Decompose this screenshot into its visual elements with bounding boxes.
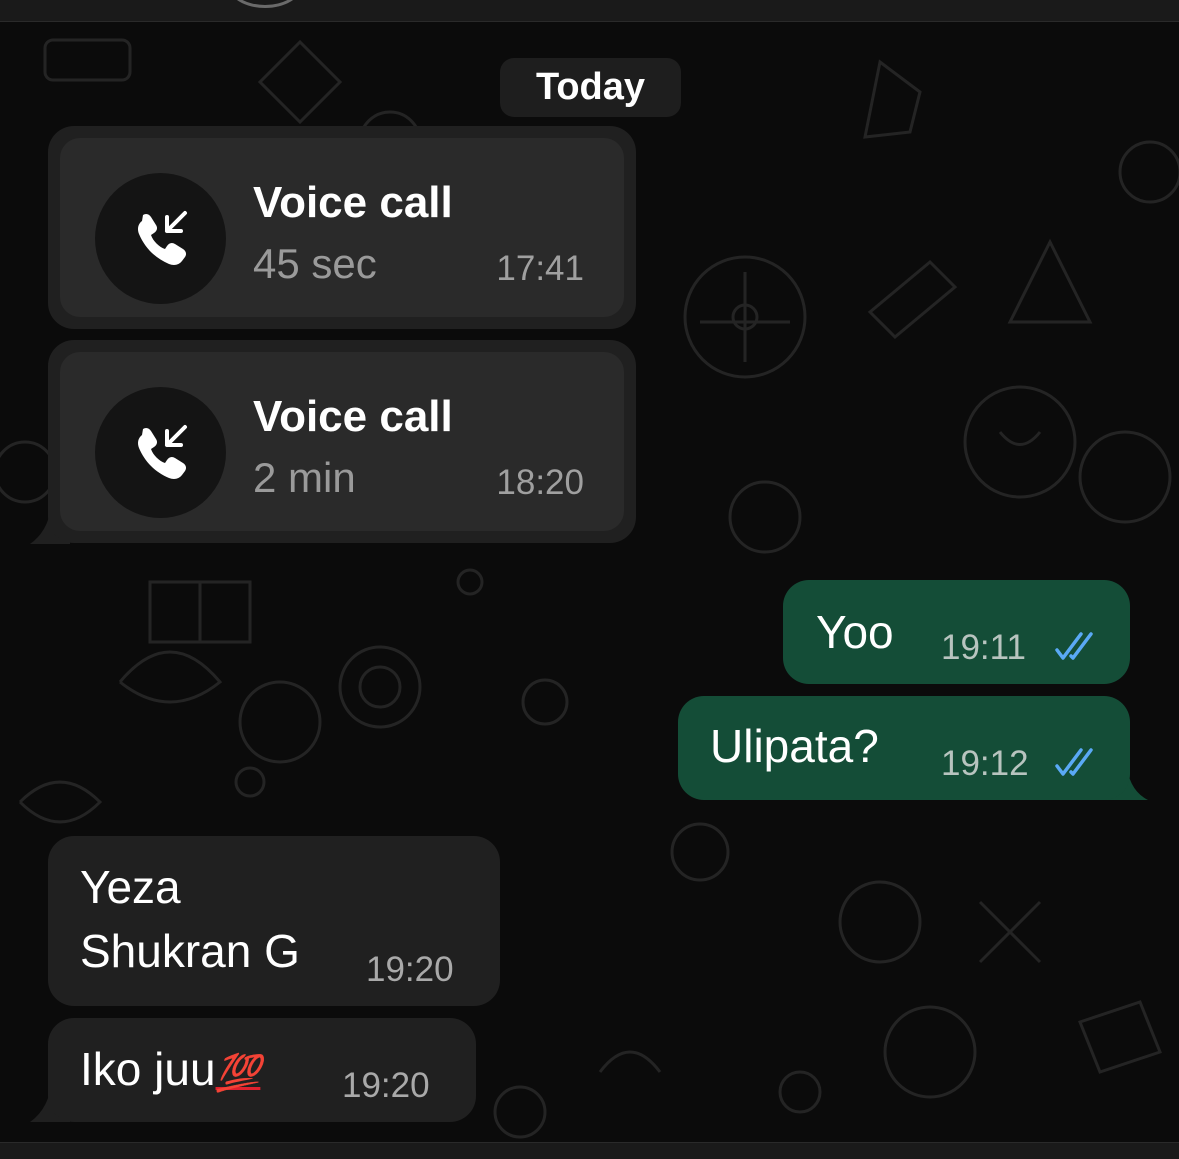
voice-call-card[interactable]: Voice call 2 min 18:20 [60, 352, 624, 531]
message-time: 19:11 [941, 628, 1026, 667]
read-receipt-icon [1055, 632, 1093, 660]
message-text: Ulipata? [710, 720, 879, 772]
call-duration: 45 sec [253, 240, 377, 287]
message-time: 18:20 [496, 463, 584, 502]
voice-call-bubble[interactable]: Voice call 2 min 18:20 [48, 340, 636, 543]
message-text-content: Iko juu [80, 1043, 216, 1095]
message-time: 19:20 [366, 950, 454, 989]
outgoing-message[interactable]: Ulipata? 19:12 [678, 696, 1130, 800]
composer-edge [0, 1142, 1179, 1159]
voice-call-bubble[interactable]: Voice call 45 sec 17:41 [48, 126, 636, 329]
hundred-points-emoji: 💯 [215, 1052, 261, 1093]
date-separator: Today [500, 58, 681, 117]
chat-header-edge [0, 0, 1179, 22]
avatar[interactable] [228, 0, 302, 8]
read-receipt-icon [1055, 748, 1093, 776]
message-text: Iko juu💯 [80, 1042, 260, 1096]
message-text-line: Shukran G [80, 925, 300, 977]
message-time: 19:20 [342, 1066, 430, 1105]
message-time: 19:12 [941, 744, 1029, 783]
incoming-call-icon [95, 387, 226, 518]
incoming-message[interactable]: Iko juu💯 19:20 [48, 1018, 476, 1122]
incoming-message[interactable]: Yeza Shukran G 19:20 [48, 836, 500, 1006]
message-text-line: Yeza [80, 861, 181, 913]
voice-call-card[interactable]: Voice call 45 sec 17:41 [60, 138, 624, 317]
call-title: Voice call [253, 392, 453, 441]
message-text: Yoo [816, 606, 894, 658]
message-time: 17:41 [496, 249, 584, 288]
call-title: Voice call [253, 178, 453, 227]
outgoing-message[interactable]: Yoo 19:11 [783, 580, 1130, 684]
call-duration: 2 min [253, 454, 356, 501]
incoming-call-icon [95, 173, 226, 304]
